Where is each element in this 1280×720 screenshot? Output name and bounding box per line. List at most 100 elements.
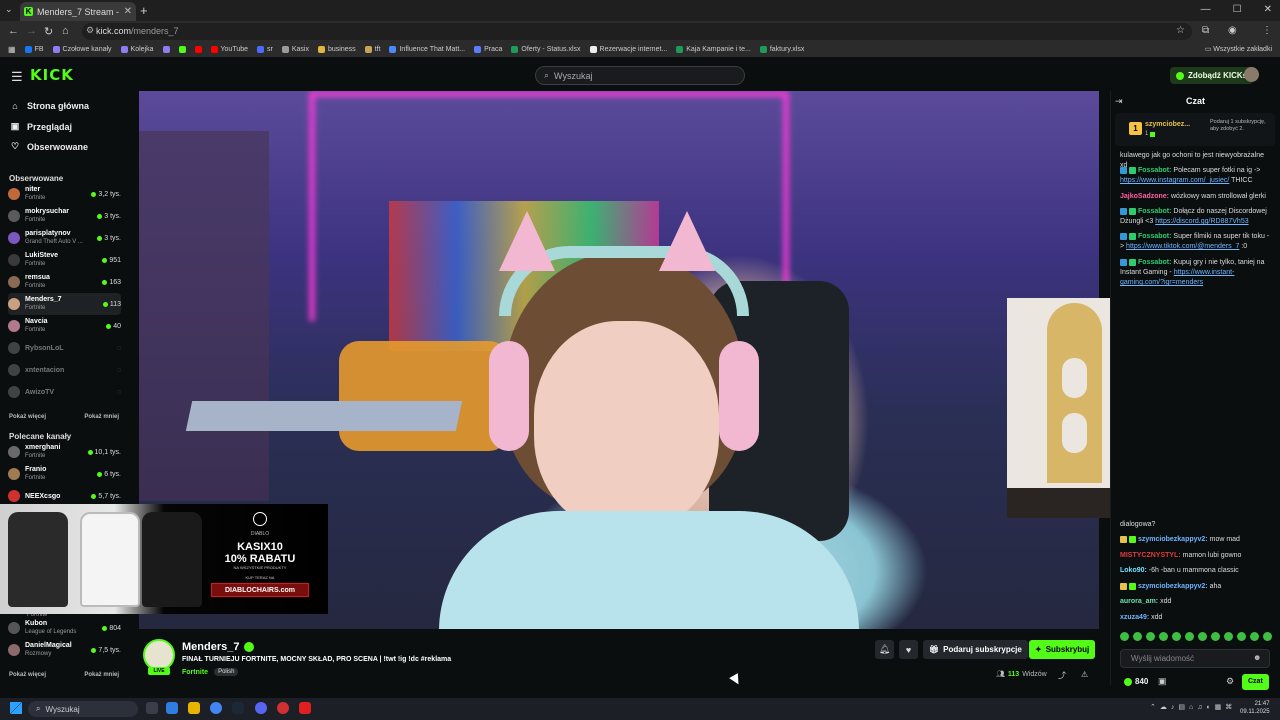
- bookmark-star-icon[interactable]: ☆: [1176, 25, 1185, 36]
- search-input[interactable]: Wyszukaj: [554, 71, 592, 81]
- language-tag[interactable]: Polish: [214, 668, 239, 676]
- chat-username[interactable]: JajkoSadzone:: [1120, 193, 1169, 200]
- nav-home[interactable]: ⌂ Strona główna: [10, 101, 89, 111]
- bookmark-item[interactable]: sr: [257, 46, 273, 53]
- clock[interactable]: 21:47 09.11.2025: [1240, 700, 1270, 716]
- bookmark-item[interactable]: faktury.xlsx: [759, 46, 804, 53]
- emote-icon[interactable]: [1237, 632, 1246, 641]
- bookmark-item[interactable]: Kasix: [281, 46, 309, 53]
- app-icon[interactable]: [277, 702, 289, 714]
- apps-grid-icon[interactable]: ▦: [8, 45, 16, 54]
- emote-icon[interactable]: [1133, 632, 1142, 641]
- forward-icon[interactable]: →: [26, 25, 37, 37]
- taskbar-search[interactable]: ⌕ Wyszukaj: [28, 701, 138, 717]
- channel-row[interactable]: AwizoTV ◌: [8, 381, 121, 403]
- chrome-icon[interactable]: [210, 702, 222, 714]
- collapse-chat-icon[interactable]: ⇥: [1115, 96, 1123, 107]
- bookmark-item[interactable]: Oferty - Status.xlsx: [511, 46, 581, 53]
- emote-icon[interactable]: [1263, 632, 1272, 641]
- kick-logo[interactable]: KICK: [30, 66, 74, 84]
- get-kicks-button[interactable]: Zdobądź KICKs: [1170, 67, 1254, 84]
- bookmark-item[interactable]: [162, 46, 170, 53]
- channel-row[interactable]: Kubon League of Legends 804: [8, 617, 121, 639]
- emote-icon[interactable]: [1172, 632, 1181, 641]
- chat-link[interactable]: https://www.instagram.com/_jusiec/: [1120, 177, 1229, 184]
- bookmark-item[interactable]: Rezerwacje internet...: [589, 46, 667, 53]
- subscribe-button[interactable]: ✦ Subskrybuj: [1029, 640, 1096, 659]
- url-field[interactable]: kick.com/menders_7: [82, 23, 1192, 40]
- chat-username[interactable]: Fossabot:: [1138, 233, 1171, 240]
- emote-icon[interactable]: [1120, 632, 1129, 641]
- channel-row[interactable]: niter Fortnite 3,2 tys.: [8, 183, 121, 205]
- emote-icon[interactable]: [1250, 632, 1259, 641]
- emote-icon[interactable]: [1211, 632, 1220, 641]
- site-info-icon[interactable]: ⚙: [86, 25, 94, 36]
- channel-row[interactable]: Menders_7 Fortnite 113: [8, 293, 121, 315]
- channel-row[interactable]: parisplatynov Grand Theft Auto V ... 3 tys…: [8, 227, 121, 249]
- share-icon[interactable]: ⤴: [1058, 670, 1066, 681]
- followed-show-more[interactable]: Pokaż więcej: [9, 414, 46, 420]
- close-tab-icon[interactable]: ✕: [124, 6, 132, 17]
- channel-row[interactable]: remsua Fortnite 163: [8, 271, 121, 293]
- maximize-icon[interactable]: ☐: [1233, 4, 1242, 15]
- channel-row[interactable]: xmerghani Fortnite 10,1 tys.: [8, 441, 121, 463]
- channel-row[interactable]: LukiSteve Fortnite 951: [8, 249, 121, 271]
- emote-icon[interactable]: [1224, 632, 1233, 641]
- chat-username[interactable]: MISTYCZNYSTYL:: [1120, 552, 1181, 559]
- chat-link[interactable]: https://discord.gg/RD887Vh53: [1155, 218, 1248, 225]
- emote-icon[interactable]: [1198, 632, 1207, 641]
- profile-icon[interactable]: ◉: [1228, 25, 1237, 36]
- chat-username[interactable]: aurora_am:: [1120, 598, 1158, 605]
- all-bookmarks[interactable]: ▭ Wszystkie zakładki: [1205, 45, 1272, 53]
- back-icon[interactable]: ←: [8, 25, 19, 37]
- followed-show-less[interactable]: Pokaż mniej: [84, 414, 119, 420]
- bookmark-item[interactable]: FB: [24, 46, 44, 53]
- notifications-bell-icon[interactable]: 🔔︎: [875, 640, 894, 659]
- chat-username[interactable]: Loko90:: [1120, 567, 1147, 574]
- channel-row[interactable]: DanielMagical Rozmowy 7,5 tys.: [8, 639, 121, 661]
- emote-icon[interactable]: [1159, 632, 1168, 641]
- chat-username[interactable]: szymciobezkappyv2:: [1138, 536, 1208, 543]
- new-tab-button[interactable]: +: [140, 3, 148, 18]
- chat-username[interactable]: szymciobezkappyv2:: [1138, 583, 1208, 590]
- emoji-picker-icon[interactable]: ☻: [1253, 653, 1261, 662]
- bookmark-item[interactable]: Influence That Matt...: [389, 46, 465, 53]
- stream-category[interactable]: Fortnite: [182, 669, 208, 676]
- chat-username[interactable]: xzuza49:: [1120, 614, 1149, 621]
- channel-row[interactable]: mokrysuchar Fortnite 3 tys.: [8, 205, 121, 227]
- send-chat-button[interactable]: Czat: [1242, 674, 1269, 690]
- bookmark-item[interactable]: YouTube: [210, 46, 248, 53]
- chat-settings-icon[interactable]: ⚙: [1226, 676, 1234, 687]
- minimize-icon[interactable]: —: [1201, 4, 1211, 15]
- nav-browse[interactable]: ▣ Przeglądaj: [10, 121, 72, 132]
- chat-username[interactable]: Fossabot:: [1138, 167, 1171, 174]
- discord-icon[interactable]: [255, 702, 267, 714]
- search-bar[interactable]: ⌕ Wyszukaj: [535, 66, 745, 85]
- bookmark-item[interactable]: Kolejka: [120, 46, 154, 53]
- tab-search-icon[interactable]: ⌄: [5, 4, 13, 15]
- widgets-icon[interactable]: [166, 702, 178, 714]
- channel-row[interactable]: RybsonLoL ◌: [8, 337, 121, 359]
- app-icon[interactable]: [299, 702, 311, 714]
- chat-username[interactable]: Fossabot:: [1138, 259, 1171, 266]
- chat-gift-icon[interactable]: ▣: [1158, 676, 1167, 687]
- bookmark-item[interactable]: [194, 46, 202, 53]
- streamer-name[interactable]: Menders_7: [182, 641, 255, 653]
- report-icon[interactable]: ⚠: [1081, 670, 1088, 679]
- channel-row[interactable]: xntentacion ◌: [8, 359, 121, 381]
- system-tray-icons[interactable]: ⌃☁♪▤⌂♫◐▦⌘: [1150, 703, 1236, 711]
- recommended-show-less[interactable]: Pokaż mniej: [84, 672, 119, 678]
- extensions-icon[interactable]: ⧉: [1202, 25, 1209, 36]
- windows-start-icon[interactable]: [10, 702, 22, 714]
- bookmark-item[interactable]: [178, 46, 186, 53]
- bookmark-item[interactable]: Praca: [474, 46, 502, 53]
- emote-icon[interactable]: [1185, 632, 1194, 641]
- sub-gift-leaderboard[interactable]: 1 szymciobez... 1 Podaruj 1 subskrypcję,…: [1115, 113, 1275, 146]
- bookmark-item[interactable]: Kaja Kampanie i te...: [676, 46, 751, 53]
- steam-icon[interactable]: [232, 702, 244, 714]
- sponsor-ad-banner[interactable]: DIABLO KASIX10 10% RABATU NA WSZYSTKIE P…: [0, 504, 328, 614]
- browser-tab[interactable]: K Menders_7 Stream - Watch Live ✕: [20, 2, 136, 21]
- chat-input[interactable]: Wyślij wiadomość: [1120, 649, 1270, 668]
- bookmark-item[interactable]: Czołowe kanały: [52, 46, 112, 53]
- bookmark-item[interactable]: tft: [364, 46, 380, 53]
